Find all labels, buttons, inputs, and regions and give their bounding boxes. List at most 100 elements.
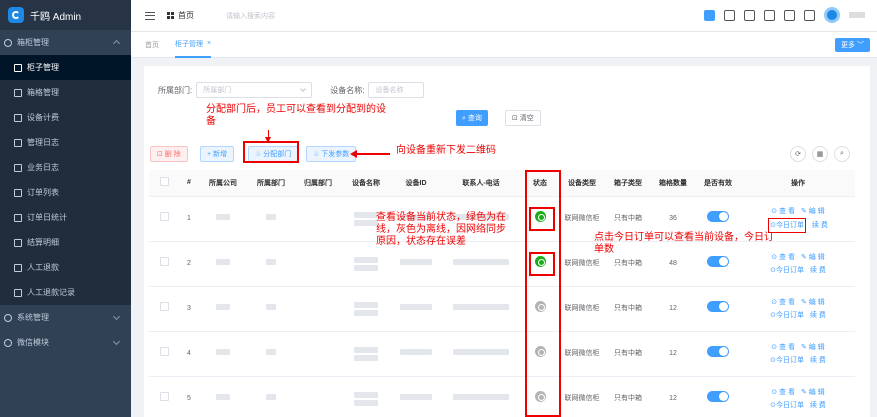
row-index: 5 [179,376,199,417]
today-orders-link[interactable]: ⊙今日订单 [770,264,804,277]
row-checkbox[interactable] [159,347,169,356]
redacted-value [266,394,276,400]
sidebar-group-cabinet[interactable]: 箱柜管理 [0,30,131,55]
tag-cabinet-management[interactable]: 柜子管理 × [175,32,212,58]
enabled-toggle[interactable] [707,211,729,222]
sidebar-item[interactable]: 箱格管理 [0,80,131,105]
sidebar-item-label: 柜子管理 [27,63,59,72]
row-checkbox[interactable] [159,257,169,266]
sidebar-item[interactable]: 人工退款记录 [0,280,131,305]
sidebar-item[interactable]: 结算明细 [0,230,131,255]
renew-link[interactable]: 续 费 [812,219,828,232]
renew-link[interactable]: 续 费 [810,354,826,367]
top-navbar: 首页 请输入搜索内容 [131,0,877,32]
sidebar-item[interactable]: 业务日志 [0,155,131,180]
today-orders-link[interactable]: ⊙今日订单 [768,217,806,233]
breadcrumb-home[interactable]: 首页 [178,10,194,21]
view-link[interactable]: ⊙ 查 看 [771,341,795,354]
send-parameters-button[interactable]: ♧ 下发参数 [306,146,357,162]
theme-icon[interactable] [704,9,715,21]
view-link[interactable]: ⊙ 查 看 [771,386,795,399]
device-name-input[interactable]: 设备名称 [368,82,425,98]
device-name-cell [341,331,391,377]
app-logo[interactable]: 千鸥 Admin [0,0,131,30]
lock-icon[interactable] [744,9,755,21]
row-checkbox[interactable] [159,392,169,401]
sidebar-item-label: 人工退款记录 [27,288,75,297]
select-all-checkbox[interactable] [149,170,179,197]
sidebar-item[interactable]: 订单日统计 [0,205,131,230]
shirt-icon[interactable] [764,9,775,21]
today-orders-link[interactable]: ⊙今日订单 [770,309,804,322]
fullscreen-icon[interactable] [804,9,815,21]
owner-department-cell [295,376,341,417]
contact-cell [441,331,521,377]
hamburger-icon[interactable] [145,11,155,20]
owner-department-cell [295,331,341,377]
enabled-toggle[interactable] [707,301,729,312]
redacted-value [354,301,378,308]
copy-icon[interactable] [784,9,795,21]
image-icon [14,88,22,97]
filter-row: 所属部门: 所属部门 设备名称: 设备名称 [158,82,425,98]
edit-link[interactable]: ✎ 编 辑 [801,251,825,264]
sidebar-item[interactable]: 柜子管理 [0,55,131,80]
sidebar: 千鸥 Admin 箱柜管理 柜子管理箱格管理设备计费 管理日志 业务日志 订单列表 订单… [0,0,131,417]
close-icon[interactable]: × [207,40,211,47]
renew-link[interactable]: 续 费 [810,264,826,277]
search-toggle-icon[interactable]: ⌕ [834,146,850,162]
edit-icon [14,238,22,247]
sidebar-group[interactable]: 系统管理 [0,305,131,330]
query-button[interactable]: ⌕ 查询 [456,110,488,126]
delete-button[interactable]: ⊡ 删 除 [150,146,188,162]
owner-department-cell [295,286,341,332]
column-header: 设备名称 [341,170,391,197]
renew-link[interactable]: 续 费 [810,309,826,322]
enabled-toggle[interactable] [707,391,729,402]
dept-select[interactable]: 所属部门 [196,82,313,98]
columns-icon[interactable]: ▦ [812,146,828,162]
monitor-icon [14,63,22,72]
owner-department-cell [295,241,341,287]
clear-button[interactable]: ⊡ 清空 [505,110,541,126]
sidebar-item[interactable]: 人工退款 [0,255,131,280]
edit-icon [14,163,22,172]
edit-link[interactable]: ✎ 编 辑 [801,341,825,354]
table-row: 5 联网微信柜 只有中箱 12 ⊙ 查 看 ✎ 编 辑 ⊙今日订单续 费 [149,376,855,417]
header-search-input[interactable]: 请输入搜索内容 [226,11,275,21]
row-checkbox[interactable] [159,302,169,311]
edit-link[interactable]: ✎ 编 辑 [801,296,825,309]
table-row: 3 联网微信柜 只有中箱 12 ⊙ 查 看 ✎ 编 辑 ⊙今日订单续 费 [149,286,855,332]
sidebar-item[interactable]: 设备计费 [0,105,131,130]
sidebar-item-label: 箱格管理 [27,88,59,97]
sidebar-submenu: 柜子管理箱格管理设备计费 管理日志 业务日志 订单列表 订单日统计 结算明细 人工退款人工退… [0,55,131,305]
user-name[interactable] [849,12,865,18]
enabled-toggle[interactable] [707,256,729,267]
refresh-icon[interactable]: ⟳ [790,146,806,162]
device-name-cell [341,376,391,417]
edit-link[interactable]: ✎ 编 辑 [801,205,825,218]
row-checkbox[interactable] [159,212,169,221]
checkbox[interactable] [159,177,169,187]
view-link[interactable]: ⊙ 查 看 [771,205,795,218]
today-orders-link[interactable]: ⊙今日订单 [770,354,804,367]
sidebar-item[interactable]: 管理日志 [0,130,131,155]
today-orders-link[interactable]: ⊙今日订单 [770,399,804,412]
company-cell [199,241,247,287]
sidebar-group-label: 微信模块 [17,338,49,347]
edit-link[interactable]: ✎ 编 辑 [801,386,825,399]
enabled-toggle[interactable] [707,346,729,357]
view-link[interactable]: ⊙ 查 看 [771,251,795,264]
add-button[interactable]: + 新增 [200,146,235,162]
redacted-value [400,349,432,355]
sidebar-group[interactable]: 微信模块 [0,330,131,355]
avatar[interactable] [824,7,840,23]
renew-link[interactable]: 续 费 [810,399,826,412]
assign-highlight-box [243,141,299,163]
sidebar-item[interactable]: 订单列表 [0,180,131,205]
more-button[interactable]: 更多 ﹀ [835,38,870,52]
tag-home[interactable]: 首页 [145,32,159,58]
screenshot-icon[interactable] [724,9,735,21]
view-link[interactable]: ⊙ 查 看 [771,296,795,309]
actions-cell: ⊙ 查 看 ✎ 编 辑 ⊙今日订单续 费 [741,376,855,417]
